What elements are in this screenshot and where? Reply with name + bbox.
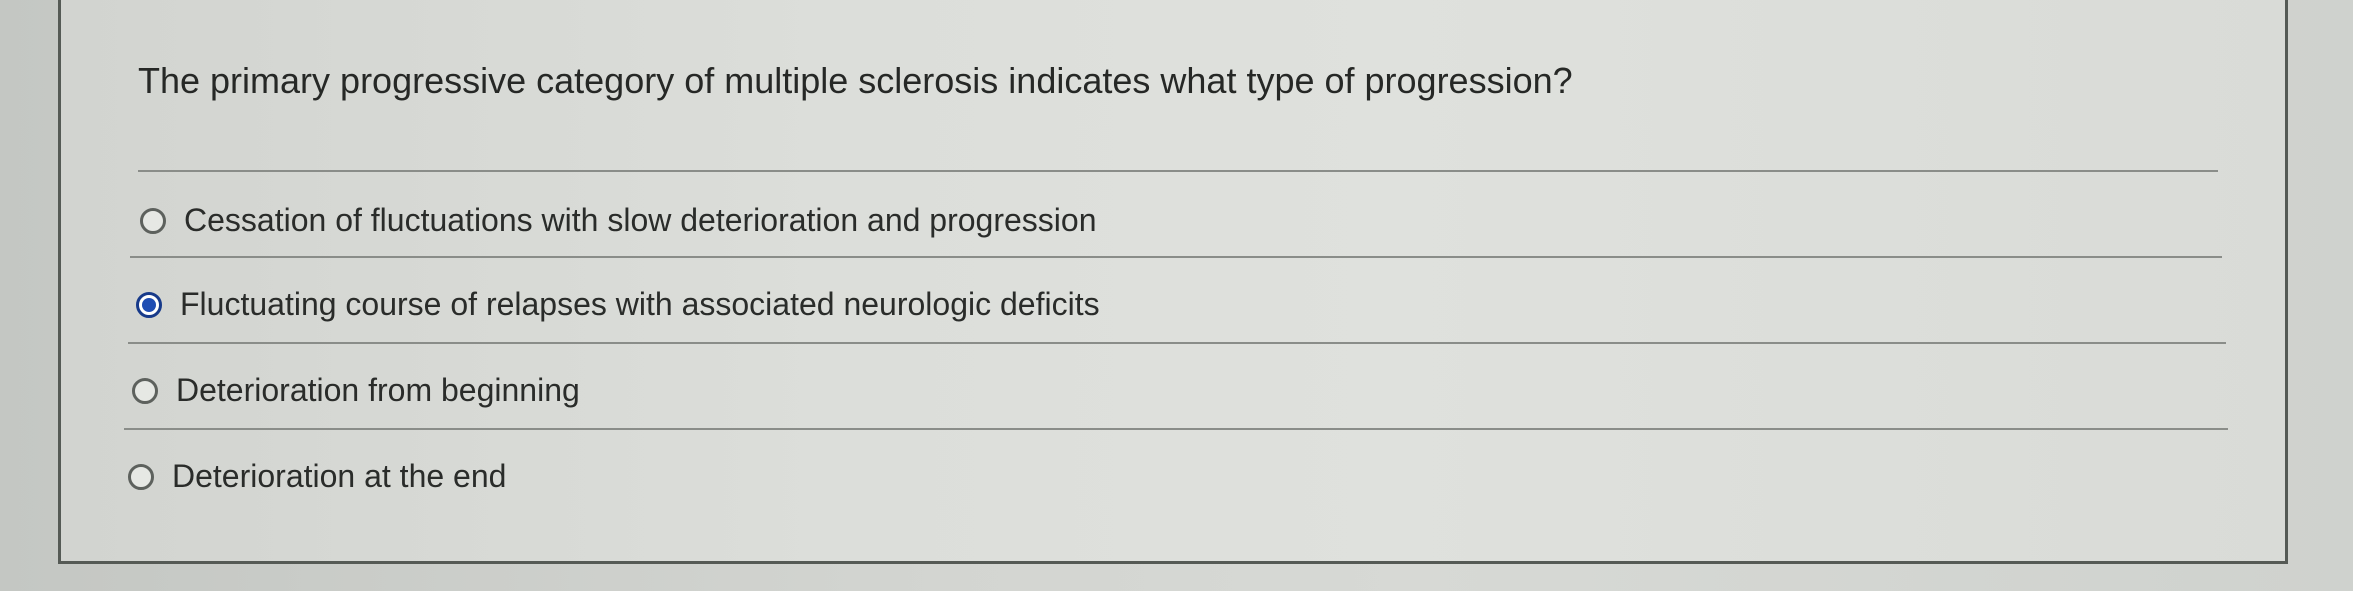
option-fluctuating-course[interactable]: Fluctuating course of relapses with asso… (136, 286, 1100, 323)
option-deterioration-at-the-end[interactable]: Deterioration at the end (128, 458, 506, 495)
option-label: Deterioration at the end (172, 458, 507, 494)
option-label: Deterioration from beginning (176, 372, 580, 408)
option-label: Cessation of fluctuations with slow dete… (184, 202, 1097, 238)
radio-button-icon[interactable] (132, 377, 158, 404)
option-divider (130, 256, 2222, 258)
screen: The primary progressive category of mult… (0, 0, 2353, 591)
radio-button-icon[interactable] (128, 463, 154, 490)
radio-button-icon[interactable] (140, 207, 166, 234)
option-cessation-of-fluctuations[interactable]: Cessation of fluctuations with slow dete… (140, 202, 1097, 239)
option-deterioration-from-beginning[interactable]: Deterioration from beginning (132, 372, 580, 409)
question-divider (138, 170, 2218, 172)
question-text: The primary progressive category of mult… (138, 60, 1573, 101)
option-divider (128, 342, 2226, 344)
option-label: Fluctuating course of relapses with asso… (180, 286, 1100, 322)
option-divider (124, 428, 2228, 430)
radio-button-selected-icon[interactable] (136, 291, 162, 318)
